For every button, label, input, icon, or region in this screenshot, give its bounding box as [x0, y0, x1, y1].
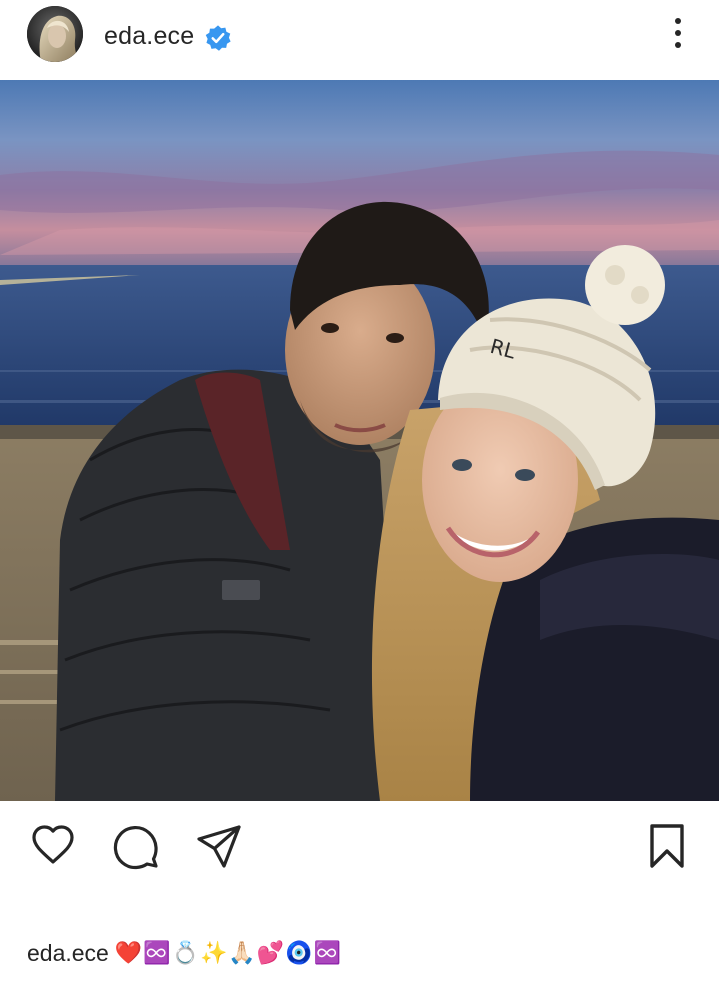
paper-plane-icon[interactable]	[195, 822, 243, 870]
post-actions	[0, 801, 719, 901]
caption: eda.ece ❤️♾️💍✨🙏🏻💕🧿♾️	[27, 935, 342, 971]
avatar[interactable]	[27, 6, 83, 62]
heart-icon[interactable]	[29, 821, 77, 869]
verified-badge-icon	[205, 25, 231, 51]
caption-text: ❤️♾️💍✨🙏🏻💕🧿♾️	[114, 940, 342, 966]
avatar-image	[27, 6, 83, 62]
comment-bubble-icon[interactable]	[112, 822, 160, 870]
more-vertical-icon[interactable]	[666, 14, 690, 54]
bookmark-icon[interactable]	[643, 822, 691, 870]
post-photo[interactable]: RL	[0, 80, 719, 801]
username[interactable]: eda.ece	[104, 22, 194, 51]
caption-username[interactable]: eda.ece	[27, 940, 109, 967]
post-header: eda.ece	[0, 0, 719, 80]
post-image: RL	[0, 80, 719, 801]
